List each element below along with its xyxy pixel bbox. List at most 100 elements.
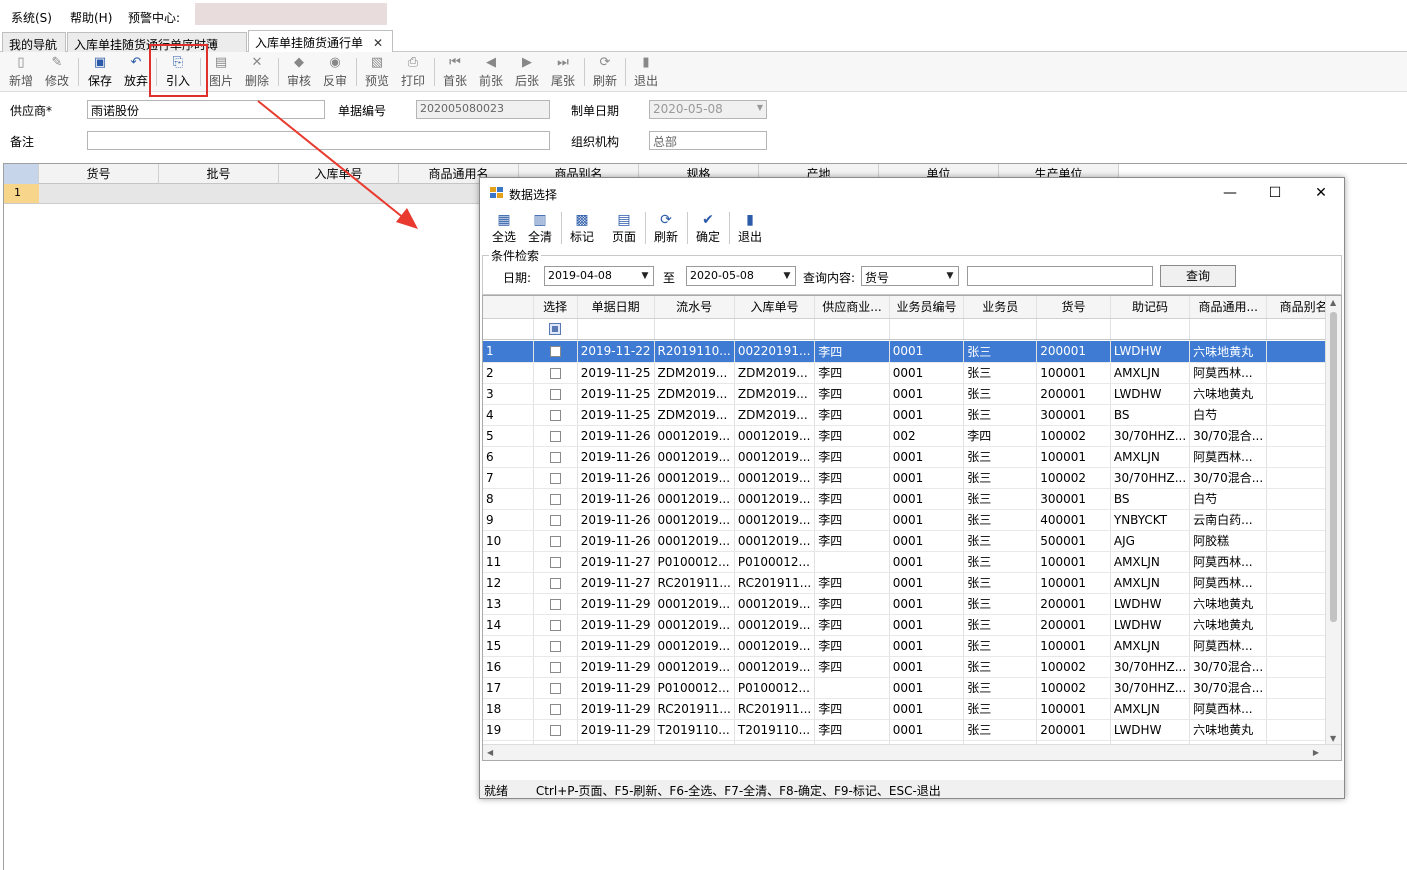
table-cell[interactable]: 2019-11-26 (577, 530, 655, 552)
table-cell[interactable]: LWDHW (1110, 719, 1191, 741)
filter-cell[interactable] (814, 318, 890, 340)
filter-cell[interactable] (1110, 318, 1191, 340)
table-cell[interactable]: 阿莫西林... (1189, 698, 1268, 720)
minimize-button[interactable]: — (1215, 182, 1245, 204)
filter-cell[interactable] (963, 318, 1038, 340)
table-cell[interactable]: 300001 (1036, 404, 1111, 426)
scroll-up-icon[interactable]: ▲ (1330, 298, 1336, 307)
table-cell[interactable]: 张三 (963, 593, 1038, 615)
row-checkbox[interactable] (549, 472, 561, 484)
row-checkbox[interactable] (549, 619, 561, 631)
chevron-down-icon[interactable]: ▼ (637, 267, 653, 285)
table-cell[interactable]: P0100012... (734, 551, 816, 573)
table-cell[interactable]: 六味地黄丸 (1189, 719, 1268, 741)
table-cell[interactable]: 李四 (814, 572, 890, 594)
exit-button[interactable]: ▮ 退出 (629, 54, 663, 90)
filter-cell[interactable] (734, 318, 816, 340)
row-checkbox[interactable] (549, 409, 561, 421)
table-cell[interactable] (814, 677, 890, 699)
date-field[interactable]: 2020-05-08 ▼ (649, 100, 767, 119)
table-cell[interactable]: 李四 (814, 698, 890, 720)
select-cell[interactable] (533, 635, 578, 657)
column-header[interactable]: 供应商业... (814, 296, 890, 319)
menu-system[interactable]: 系统(S) (11, 9, 52, 26)
scroll-left-icon[interactable]: ◀ (487, 748, 493, 757)
table-cell[interactable]: ZDM2019... (734, 404, 816, 426)
scroll-right-icon[interactable]: ▶ (1313, 748, 1319, 757)
select-cell[interactable] (533, 509, 578, 531)
unaudit-button[interactable]: ◉ 反审 (318, 54, 352, 90)
table-cell[interactable]: 0001 (889, 635, 965, 657)
close-tab-icon[interactable]: ✕ (373, 36, 383, 50)
filter-cell[interactable] (654, 318, 735, 340)
table-cell[interactable]: 2019-11-26 (577, 467, 655, 489)
query-text-input[interactable] (967, 266, 1153, 286)
table-cell[interactable]: 200001 (1036, 614, 1111, 636)
table-cell[interactable]: 李四 (814, 656, 890, 678)
table-cell[interactable]: AMXLJN (1110, 446, 1191, 468)
table-cell[interactable]: 2019-11-27 (577, 551, 655, 573)
table-cell[interactable]: YNBYCKT (1110, 509, 1191, 531)
table-cell[interactable]: 六味地黄丸 (1189, 341, 1268, 363)
select-cell[interactable] (533, 362, 578, 384)
table-cell[interactable]: P0100012... (654, 551, 735, 573)
row-checkbox[interactable] (549, 577, 561, 589)
table-cell[interactable]: 00012019... (654, 425, 735, 447)
table-cell[interactable]: AMXLJN (1110, 551, 1191, 573)
billno-field[interactable]: 202005080023 (416, 100, 550, 119)
print-button[interactable]: ⎙ 打印 (396, 54, 430, 90)
table-cell[interactable]: R2019110... (654, 341, 735, 363)
table-cell[interactable]: 2019-11-27 (577, 572, 655, 594)
filter-cell[interactable] (577, 318, 655, 340)
header-checkbox[interactable] (549, 323, 562, 335)
query-button[interactable]: 查询 (1160, 265, 1236, 287)
edit-button[interactable]: ✎ 修改 (40, 54, 74, 90)
table-cell[interactable]: 0001 (889, 614, 965, 636)
table-cell[interactable]: 200001 (1036, 383, 1111, 405)
table-cell[interactable]: 张三 (963, 635, 1038, 657)
table-cell[interactable]: 002 (889, 425, 965, 447)
table-cell[interactable]: RC201911... (654, 698, 735, 720)
table-cell[interactable]: 2019-11-29 (577, 677, 655, 699)
table-cell[interactable]: 00012019... (734, 593, 816, 615)
supplier-field[interactable]: 雨诺股份 (87, 100, 325, 119)
table-cell[interactable]: 00012019... (734, 446, 816, 468)
chevron-down-icon[interactable]: ▼ (942, 267, 958, 285)
save-button[interactable]: ▣ 保存 (83, 54, 117, 90)
table-cell[interactable]: 张三 (963, 719, 1038, 741)
table-cell[interactable]: 六味地黄丸 (1189, 383, 1268, 405)
table-cell[interactable]: 白芍 (1189, 404, 1268, 426)
dialog-exit-button[interactable]: ▮ 退出 (734, 210, 766, 246)
table-cell[interactable]: 李四 (814, 446, 890, 468)
table-cell[interactable]: 0001 (889, 656, 965, 678)
table-cell[interactable]: 30/70混合... (1189, 425, 1268, 447)
table-cell[interactable]: 李四 (814, 488, 890, 510)
table-row[interactable]: 9 2019-11-26 00012019... 00012019... 李四 0001 张… (483, 509, 1341, 531)
table-cell[interactable]: 张三 (963, 488, 1038, 510)
table-row[interactable]: 3 2019-11-25 ZDM2019... ZDM2019... 李四 0001 张三 2… (483, 383, 1341, 405)
table-cell[interactable]: 阿胶糕 (1189, 530, 1268, 552)
org-field[interactable]: 总部 (649, 131, 767, 150)
maximize-button[interactable]: ☐ (1260, 182, 1290, 204)
scroll-down-icon[interactable]: ▼ (1330, 734, 1336, 743)
select-cell[interactable] (533, 656, 578, 678)
table-cell[interactable]: 2019-11-29 (577, 698, 655, 720)
table-cell[interactable]: 李四 (814, 719, 890, 741)
table-cell[interactable]: 0001 (889, 719, 965, 741)
audit-button[interactable]: ◆ 审核 (282, 54, 316, 90)
table-cell[interactable]: 李四 (814, 404, 890, 426)
menu-help[interactable]: 帮助(H) (70, 9, 112, 26)
table-cell[interactable]: 100002 (1036, 656, 1111, 678)
tab-inbound-doc[interactable]: 入库单挂随货通行单 ✕ (248, 30, 393, 53)
table-cell[interactable]: 2019-11-25 (577, 383, 655, 405)
table-cell[interactable]: 100001 (1036, 551, 1111, 573)
table-cell[interactable]: 云南白药... (1189, 509, 1268, 531)
table-cell[interactable]: 30/70HHZ... (1110, 677, 1191, 699)
table-cell[interactable]: 200001 (1036, 719, 1111, 741)
horizontal-scrollbar[interactable]: ◀ ▶ (483, 744, 1341, 760)
table-cell[interactable]: 30/70HHZ... (1110, 425, 1191, 447)
table-cell[interactable]: ZDM2019... (654, 362, 735, 384)
row-checkbox[interactable] (549, 388, 561, 400)
table-cell[interactable]: 500001 (1036, 530, 1111, 552)
row-checkbox[interactable] (549, 451, 561, 463)
